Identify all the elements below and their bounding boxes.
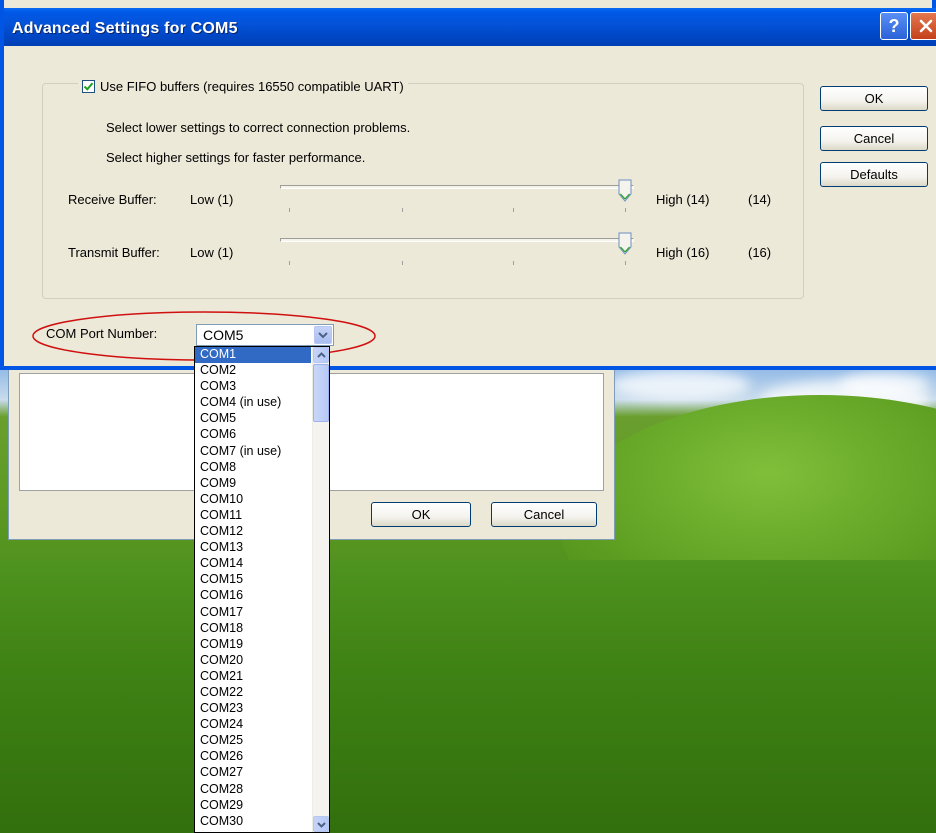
hint-lower-settings: Select lower settings to correct connect… xyxy=(106,120,411,135)
scrollbar-thumb[interactable] xyxy=(313,364,329,422)
close-x-icon[interactable] xyxy=(910,12,936,40)
transmit-buffer-current-value: (16) xyxy=(748,245,772,260)
dropdown-option[interactable]: COM21 xyxy=(195,669,311,685)
dropdown-option[interactable]: COM9 xyxy=(195,476,311,492)
dropdown-option[interactable]: COM8 xyxy=(195,460,311,476)
dropdown-option[interactable]: COM4 (in use) xyxy=(195,395,311,411)
transmit-tick xyxy=(625,261,626,265)
chevron-down-icon[interactable] xyxy=(314,326,332,344)
dropdown-option[interactable]: COM20 xyxy=(195,653,311,669)
defaults-button[interactable]: Defaults xyxy=(820,162,928,187)
fifo-checkbox-row[interactable]: Use FIFO buffers (requires 16550 compati… xyxy=(78,76,408,96)
transmit-tick xyxy=(402,261,403,265)
dropdown-option[interactable]: COM23 xyxy=(195,701,311,717)
dropdown-option[interactable]: COM19 xyxy=(195,637,311,653)
dropdown-items: COM1 COM2 COM3 COM4 (in use) COM5 COM6 COM7 (i… xyxy=(195,347,311,830)
ok-button[interactable]: OK xyxy=(820,86,928,111)
dropdown-option[interactable]: COM1 xyxy=(195,347,311,364)
receive-tick xyxy=(289,208,290,212)
fifo-group-box xyxy=(42,83,804,299)
background-cancel-button[interactable]: Cancel xyxy=(491,502,597,527)
fifo-checkbox[interactable] xyxy=(82,79,95,93)
dropdown-option[interactable]: COM11 xyxy=(195,508,311,524)
transmit-tick xyxy=(289,261,290,265)
dropdown-option[interactable]: COM5 xyxy=(195,411,311,427)
dropdown-option[interactable]: COM2 xyxy=(195,363,311,379)
dialog-title: Advanced Settings for COM5 xyxy=(12,20,238,37)
dropdown-option[interactable]: COM18 xyxy=(195,621,311,637)
dropdown-scrollbar[interactable] xyxy=(312,347,329,832)
transmit-buffer-low-label: Low (1) xyxy=(190,245,234,260)
transmit-tick xyxy=(513,261,514,265)
dropdown-option[interactable]: COM13 xyxy=(195,540,311,556)
receive-buffer-slider-thumb[interactable] xyxy=(618,179,632,203)
dropdown-option[interactable]: COM22 xyxy=(195,685,311,701)
dropdown-option[interactable]: COM30 xyxy=(195,814,311,830)
dropdown-option[interactable]: COM27 xyxy=(195,765,311,781)
cancel-button[interactable]: Cancel xyxy=(820,126,928,151)
com-port-combobox[interactable]: COM5 xyxy=(196,324,334,346)
receive-buffer-slider-track[interactable] xyxy=(280,185,634,189)
background-ok-button[interactable]: OK xyxy=(371,502,471,527)
dropdown-option[interactable]: COM7 (in use) xyxy=(195,444,311,460)
dropdown-option[interactable]: COM14 xyxy=(195,556,311,572)
receive-buffer-low-label: Low (1) xyxy=(190,192,234,207)
dropdown-option[interactable]: COM26 xyxy=(195,749,311,765)
dropdown-option[interactable]: COM16 xyxy=(195,588,311,604)
receive-tick xyxy=(625,208,626,212)
receive-buffer-high-label: High (14) xyxy=(656,192,710,207)
dropdown-option[interactable]: COM28 xyxy=(195,782,311,798)
com-port-dropdown-list[interactable]: COM1 COM2 COM3 COM4 (in use) COM5 COM6 COM7 (i… xyxy=(194,346,330,833)
dropdown-option[interactable]: COM3 xyxy=(195,379,311,395)
receive-buffer-current-value: (14) xyxy=(748,192,772,207)
receive-tick xyxy=(402,208,403,212)
dropdown-option[interactable]: COM24 xyxy=(195,717,311,733)
question-mark-icon[interactable]: ? xyxy=(880,12,908,40)
dropdown-option[interactable]: COM10 xyxy=(195,492,311,508)
scroll-down-icon[interactable] xyxy=(313,816,329,832)
dropdown-option[interactable]: COM6 xyxy=(195,427,311,443)
com-port-selected-value: COM5 xyxy=(203,327,244,343)
dropdown-option[interactable]: COM12 xyxy=(195,524,311,540)
dropdown-option[interactable]: COM17 xyxy=(195,605,311,621)
hint-higher-settings: Select higher settings for faster perfor… xyxy=(106,150,366,165)
dropdown-option[interactable]: COM15 xyxy=(195,572,311,588)
transmit-buffer-slider-thumb[interactable] xyxy=(618,232,632,256)
transmit-buffer-high-label: High (16) xyxy=(656,245,710,260)
com-port-label: COM Port Number: xyxy=(46,326,158,341)
receive-buffer-label: Receive Buffer: xyxy=(68,192,157,207)
transmit-buffer-slider-track[interactable] xyxy=(280,238,634,242)
scroll-up-icon[interactable] xyxy=(313,347,329,363)
dropdown-option[interactable]: COM25 xyxy=(195,733,311,749)
fifo-checkbox-label: Use FIFO buffers (requires 16550 compati… xyxy=(100,78,404,94)
transmit-buffer-label: Transmit Buffer: xyxy=(68,245,160,260)
advanced-settings-dialog: Advanced Settings for COM5 ? Use FIFO bu… xyxy=(0,0,936,370)
receive-tick xyxy=(513,208,514,212)
dropdown-option[interactable]: COM29 xyxy=(195,798,311,814)
